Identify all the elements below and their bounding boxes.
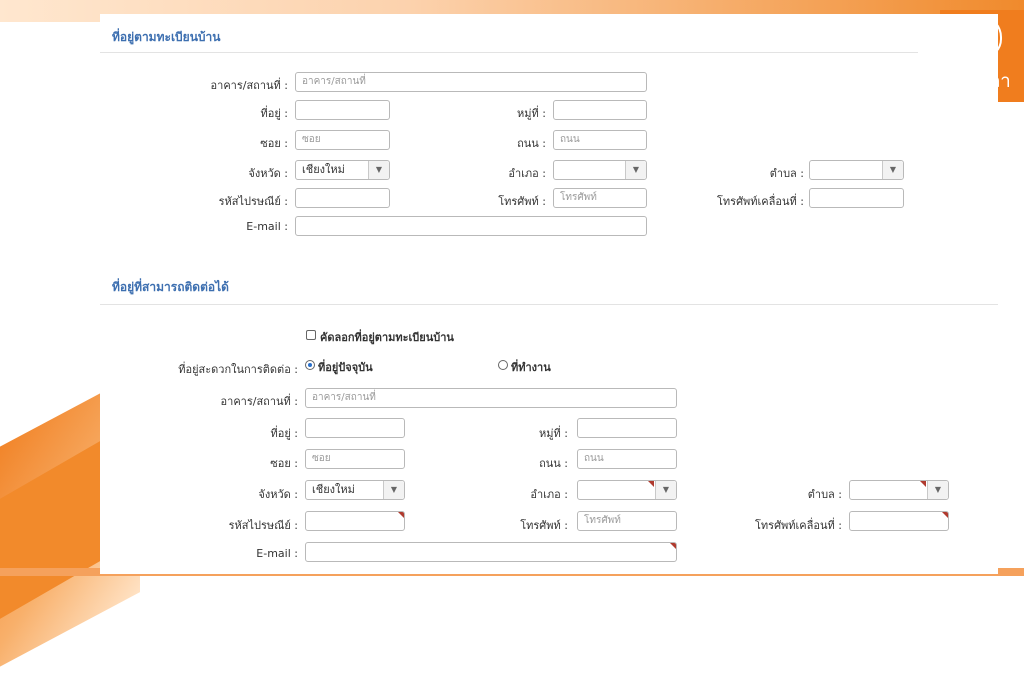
mobile-input[interactable] [809,188,904,208]
address-input[interactable] [295,100,390,120]
required-indicator [398,512,404,518]
subdistrict-label: ตำบล : [807,488,842,501]
section-title-contact-address: ที่อยู่ที่สามารถติดต่อได้ [112,280,229,294]
contact-building-input[interactable]: อาคาร/สถานที่ [305,388,677,408]
province-label: จังหวัด : [248,167,288,180]
province-value: เชียงใหม่ [302,163,345,176]
contact-road-input[interactable]: ถนน [577,449,677,469]
postcode-label: รหัสไปรษณีย์ : [228,519,298,532]
required-indicator [648,481,654,487]
required-indicator [942,512,948,518]
chevron-down-icon[interactable]: ▼ [625,161,646,179]
phone-label: โทรศัพท์ : [498,195,546,208]
moo-label: หมู่ที่ : [539,427,568,440]
building-input[interactable]: อาคาร/สถานที่ [295,72,647,92]
radio-current-address[interactable] [305,360,315,370]
address-label: ที่อยู่ : [270,427,298,440]
chevron-down-icon[interactable]: ▼ [655,481,676,499]
contact-email-input[interactable] [305,542,677,562]
contact-mobile-input[interactable] [849,511,949,531]
moo-input[interactable] [553,100,647,120]
contact-postcode-input[interactable] [305,511,405,531]
road-label: ถนน : [539,457,568,470]
option-current-address-label: ที่อยู่ปัจจุบัน [318,361,373,374]
email-label: E-mail : [256,547,298,560]
soi-input[interactable]: ซอย [295,130,390,150]
form-panel: ที่อยู่ตามทะเบียนบ้าน อาคาร/สถานที่ : อา… [100,14,998,574]
copy-address-checkbox[interactable] [306,330,316,340]
convenient-address-label: ที่อยู่สะดวกในการติดต่อ : [178,363,298,376]
soi-label: ซอย : [260,137,288,150]
district-label: อำเภอ : [530,488,568,501]
chevron-down-icon[interactable]: ▼ [383,481,404,499]
road-input[interactable]: ถนน [553,130,647,150]
moo-label: หมู่ที่ : [517,107,546,120]
section-divider [100,304,998,305]
building-label: อาคาร/สถานที่ : [220,395,298,408]
section-divider [100,52,918,53]
postcode-label: รหัสไปรษณีย์ : [218,195,288,208]
contact-address-input[interactable] [305,418,405,438]
postcode-input[interactable] [295,188,390,208]
email-input[interactable] [295,216,647,236]
contact-subdistrict-select[interactable]: ▼ [849,480,949,500]
option-workplace-label: ที่ทำงาน [511,361,551,374]
chevron-down-icon[interactable]: ▼ [368,161,389,179]
chevron-down-icon[interactable]: ▼ [927,481,948,499]
subdistrict-select[interactable]: ▼ [809,160,904,180]
province-select[interactable]: เชียงใหม่ ▼ [295,160,390,180]
province-label: จังหวัด : [258,488,298,501]
contact-phone-input[interactable]: โทรศัพท์ [577,511,677,531]
mobile-label: โทรศัพท์เคลื่อนที่ : [755,519,842,532]
contact-district-select[interactable]: ▼ [577,480,677,500]
province-value: เชียงใหม่ [312,483,355,496]
soi-label: ซอย : [270,457,298,470]
subdistrict-label: ตำบล : [769,167,804,180]
email-label: E-mail : [246,220,288,233]
address-label: ที่อยู่ : [260,107,288,120]
contact-moo-input[interactable] [577,418,677,438]
phone-input[interactable]: โทรศัพท์ [553,188,647,208]
mobile-label: โทรศัพท์เคลื่อนที่ : [717,195,804,208]
contact-soi-input[interactable]: ซอย [305,449,405,469]
section-title-registered-address: ที่อยู่ตามทะเบียนบ้าน [112,30,221,44]
required-indicator [670,543,676,549]
road-label: ถนน : [517,137,546,150]
chevron-down-icon[interactable]: ▼ [882,161,903,179]
radio-workplace[interactable] [498,360,508,370]
required-indicator [920,481,926,487]
contact-province-select[interactable]: เชียงใหม่ ▼ [305,480,405,500]
district-select[interactable]: ▼ [553,160,647,180]
building-label: อาคาร/สถานที่ : [210,79,288,92]
district-label: อำเภอ : [508,167,546,180]
phone-label: โทรศัพท์ : [520,519,568,532]
copy-address-label: คัดลอกที่อยู่ตามทะเบียนบ้าน [320,331,454,344]
